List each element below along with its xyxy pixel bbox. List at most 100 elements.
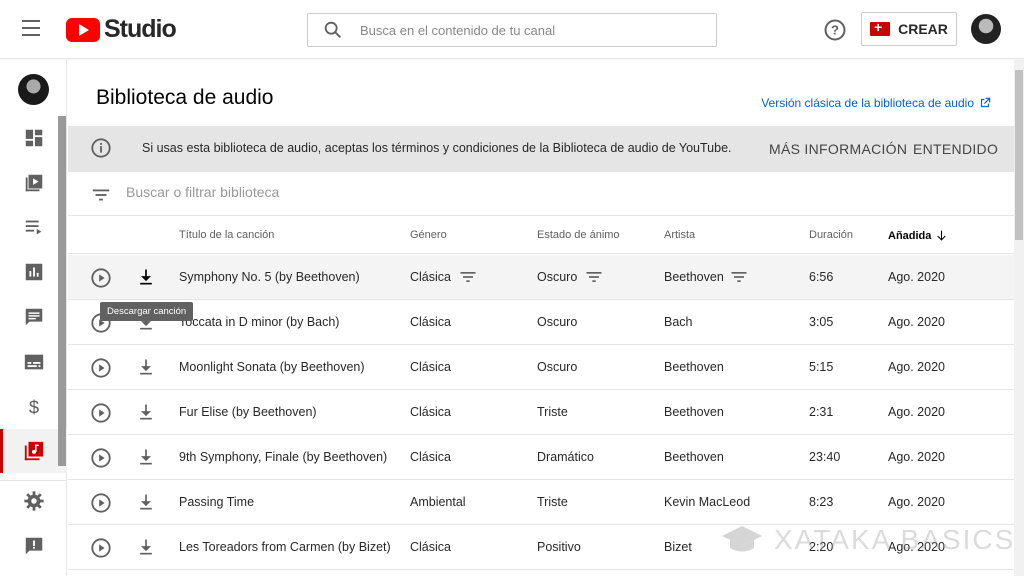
filter-bar — [68, 172, 1014, 216]
song-title: Passing Time — [179, 495, 255, 509]
song-duration: 5:15 — [809, 360, 834, 374]
filter-mood-icon[interactable] — [584, 267, 604, 287]
play-icon[interactable] — [90, 402, 112, 424]
dashboard-icon — [25, 129, 42, 147]
search-input[interactable] — [360, 22, 700, 38]
song-title: Symphony No. 5 (by Beethoven) — [179, 270, 360, 284]
filter-input[interactable] — [126, 184, 626, 200]
help-icon[interactable]: ? — [823, 18, 847, 42]
download-tooltip: Descargar canción — [100, 302, 194, 321]
sidebar-item-analytics[interactable] — [0, 250, 67, 294]
sidebar-item-comments[interactable] — [0, 295, 67, 339]
search-box[interactable] — [307, 13, 717, 47]
song-artist: Beethoven — [664, 405, 724, 419]
youtube-icon — [66, 17, 100, 42]
top-bar: Studio ? CREAR — [0, 0, 1024, 59]
song-added: Ago. 2020 — [888, 450, 945, 464]
song-mood: Triste — [537, 405, 568, 419]
settings-icon — [23, 491, 44, 511]
table-row[interactable]: Symphony No. 5 (by Beethoven) Clásica Oscu… — [68, 255, 1014, 300]
page-title: Biblioteca de audio — [96, 86, 274, 109]
main-content: Biblioteca de audio Versión clásica de l… — [68, 60, 1014, 576]
play-icon[interactable] — [90, 357, 112, 379]
header-genre[interactable]: Género — [410, 229, 447, 241]
play-icon[interactable] — [90, 492, 112, 514]
song-added: Ago. 2020 — [888, 270, 945, 284]
main-scrollbar[interactable] — [1014, 60, 1024, 576]
svg-text:?: ? — [831, 23, 839, 38]
header-artist[interactable]: Artista — [664, 229, 695, 241]
header-duration[interactable]: Duración — [809, 229, 853, 241]
song-title: Fur Elise (by Beethoven) — [179, 405, 317, 419]
monetization-icon: $ — [28, 396, 38, 417]
song-title: Moonlight Sonata (by Beethoven) — [179, 360, 365, 374]
download-icon[interactable] — [136, 267, 156, 287]
content-icon — [25, 174, 42, 192]
analytics-icon — [25, 263, 42, 281]
download-icon[interactable] — [136, 537, 156, 557]
table-row[interactable]: 9th Symphony, Finale (by Beethoven) Clási… — [68, 435, 1014, 480]
filter-artist-icon[interactable] — [729, 267, 749, 287]
song-artist: Beethoven — [664, 270, 724, 284]
sidebar-item-content[interactable] — [0, 161, 67, 205]
sidebar-item-playlists[interactable] — [0, 205, 67, 249]
song-genre: Clásica — [410, 270, 451, 284]
menu-icon[interactable] — [22, 20, 44, 38]
sidebar-item-monetization[interactable]: $ — [0, 385, 67, 429]
song-genre: Clásica — [410, 315, 451, 329]
header-added[interactable]: Añadida — [888, 229, 948, 242]
header-title[interactable]: Título de la canción — [179, 229, 274, 241]
table-header: Título de la canción Género Estado de án… — [68, 217, 1014, 254]
song-duration: 2:31 — [809, 405, 834, 419]
channel-avatar[interactable] — [18, 74, 49, 105]
banner-text: Si usas esta biblioteca de audio, acepta… — [142, 141, 732, 155]
song-mood: Oscuro — [537, 315, 578, 329]
play-icon[interactable] — [90, 267, 112, 289]
download-icon[interactable] — [136, 402, 156, 422]
song-mood: Oscuro — [537, 360, 578, 374]
create-video-icon — [870, 19, 891, 36]
download-icon[interactable] — [136, 492, 156, 512]
play-icon[interactable] — [90, 537, 112, 559]
understood-button[interactable]: ENTENDIDO — [913, 141, 998, 157]
search-icon[interactable] — [322, 19, 344, 41]
sidebar-scrollbar[interactable] — [58, 116, 66, 466]
song-duration: 2:20 — [809, 540, 834, 554]
filter-genre-icon[interactable] — [458, 267, 478, 287]
song-added: Ago. 2020 — [888, 495, 945, 509]
sidebar-item-feedback[interactable] — [0, 524, 67, 568]
table-row[interactable]: Passing Time Ambiental Triste Kevin MacLeod… — [68, 480, 1014, 525]
song-artist: Beethoven — [664, 360, 724, 374]
table-row[interactable]: Fur Elise (by Beethoven) Clásica Triste Bee… — [68, 390, 1014, 435]
song-genre: Clásica — [410, 405, 451, 419]
account-avatar[interactable] — [971, 14, 1001, 44]
classic-library-link[interactable]: Versión clásica de la biblioteca de audi… — [761, 96, 992, 110]
song-added: Ago. 2020 — [888, 540, 945, 554]
table-row[interactable]: Toccata in D minor (by Bach) Clásica Oscur… — [68, 300, 1014, 345]
logo-text: Studio — [104, 15, 177, 43]
sidebar-item-dashboard[interactable] — [0, 116, 67, 160]
external-link-icon — [980, 97, 991, 108]
sidebar-item-settings[interactable] — [0, 479, 67, 523]
studio-logo[interactable]: Studio — [66, 15, 177, 44]
download-icon[interactable] — [136, 357, 156, 377]
scroll-thumb[interactable] — [1015, 70, 1023, 240]
feedback-icon — [25, 537, 42, 555]
terms-banner: Si usas esta biblioteca de audio, acepta… — [68, 126, 1014, 172]
table-row[interactable]: Moonlight Sonata (by Beethoven) Clásica Os… — [68, 345, 1014, 390]
playlists-icon — [25, 220, 41, 235]
sidebar-item-subtitles[interactable] — [0, 340, 67, 384]
filter-icon[interactable] — [90, 184, 112, 206]
song-mood: Positivo — [537, 540, 581, 554]
header-mood[interactable]: Estado de ánimo — [537, 229, 620, 241]
table-row[interactable]: Les Toreadors from Carmen (by Bizet) Clás… — [68, 525, 1014, 570]
song-genre: Clásica — [410, 360, 451, 374]
song-duration: 8:23 — [809, 495, 834, 509]
song-added: Ago. 2020 — [888, 315, 945, 329]
create-button[interactable]: CREAR — [861, 12, 957, 46]
download-icon[interactable] — [136, 447, 156, 467]
sidebar-item-audio-library[interactable] — [0, 429, 67, 473]
song-artist: Bach — [664, 315, 693, 329]
play-icon[interactable] — [90, 447, 112, 469]
more-info-button[interactable]: MÁS INFORMACIÓN — [769, 141, 907, 157]
